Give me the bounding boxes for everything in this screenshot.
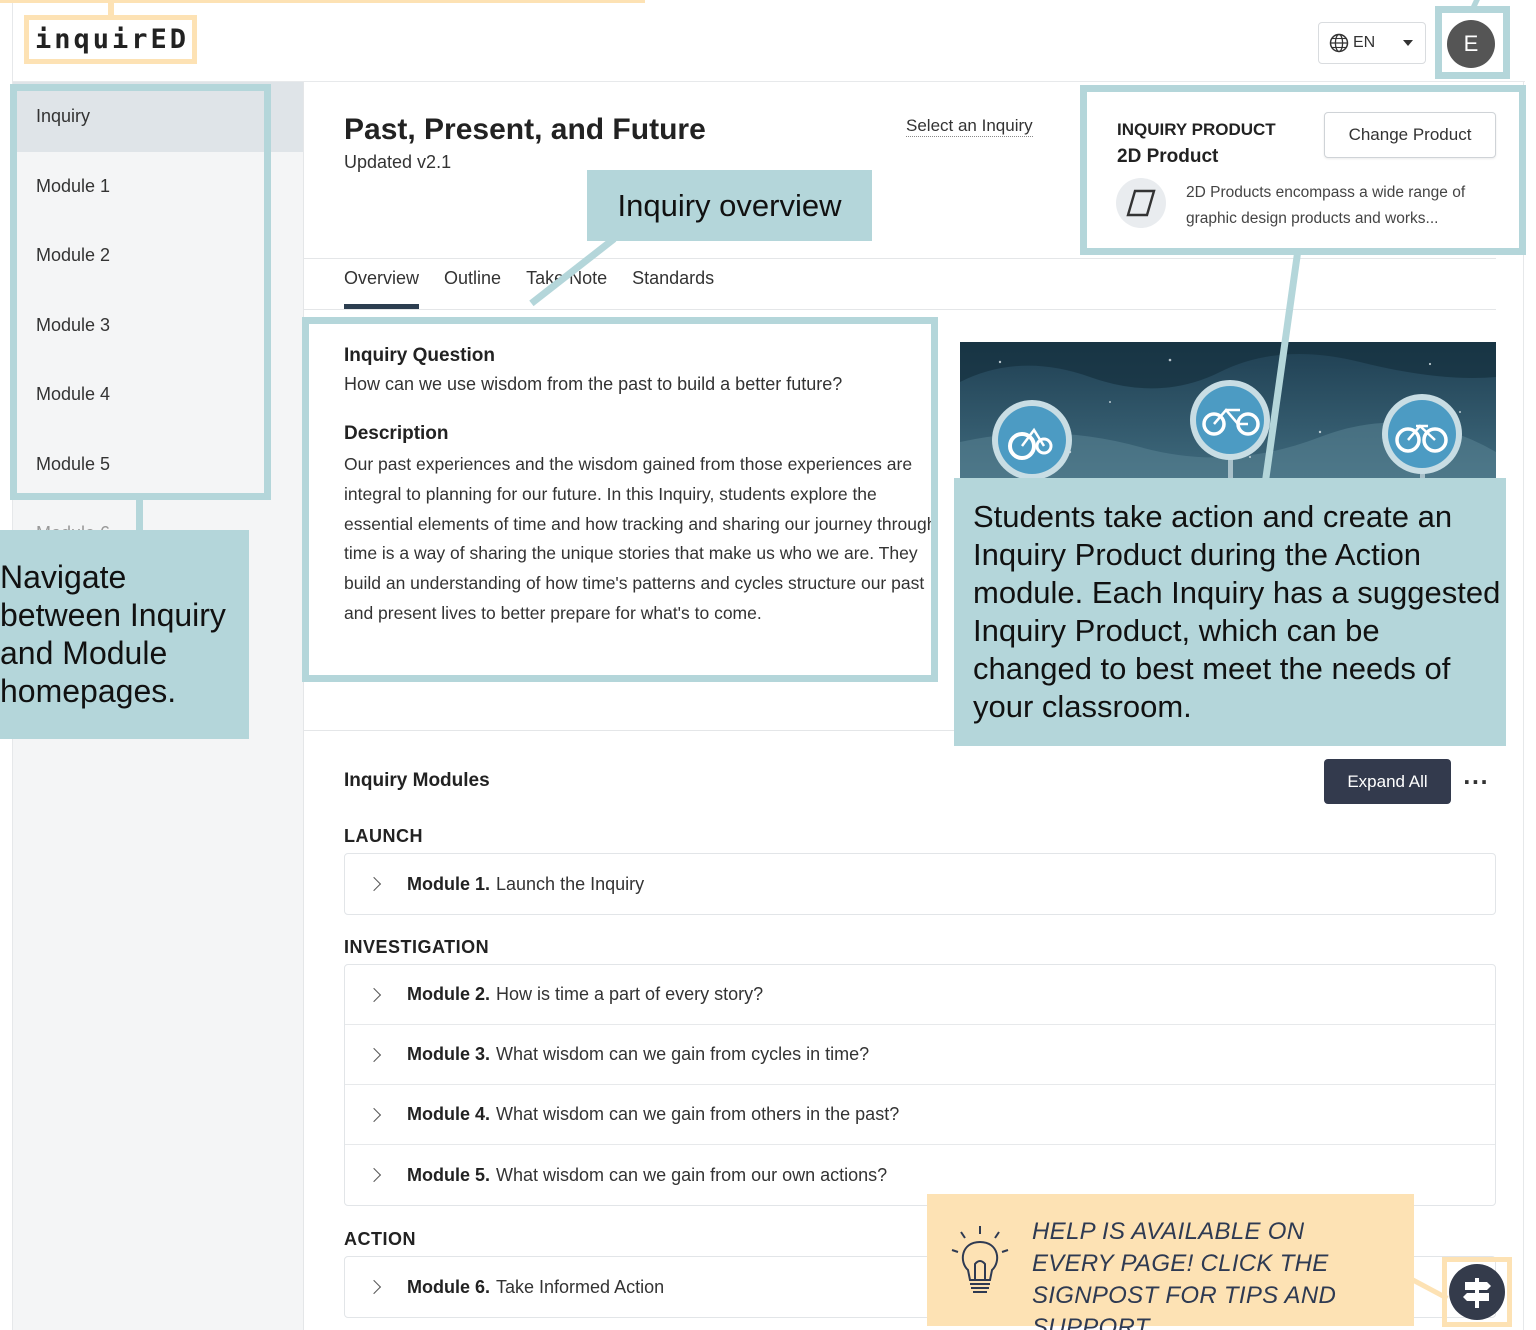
tab-outline[interactable]: Outline (444, 268, 501, 305)
chevron-right-icon (366, 987, 382, 1002)
module-number: Module 4. (407, 1104, 491, 1124)
module-title: How is time a part of every story? (496, 984, 764, 1004)
help-text: Help is available on every page! Click t… (1032, 1218, 1337, 1330)
phase-action: ACTION (344, 1229, 416, 1249)
inquiry-hero-image (960, 342, 1496, 478)
chevron-right-icon (366, 1167, 382, 1183)
globe-icon (1329, 33, 1349, 53)
signpost-icon[interactable] (1449, 1264, 1505, 1320)
module-number: Module 1. (407, 873, 491, 894)
module-title: What wisdom can we gain from cycles in t… (496, 1044, 870, 1064)
page-title: Past, Present, and Future (344, 113, 706, 146)
lightbulb-icon (951, 1226, 1009, 1293)
logo-annotation-line (0, 0, 645, 3)
sidebar-annotation-connector (136, 498, 143, 532)
module-row-3[interactable]: Module 3. What wisdom can we gain from c… (345, 1025, 1495, 1085)
chevron-down-icon (1403, 40, 1413, 46)
select-inquiry-link[interactable]: Select an Inquiry (906, 116, 1033, 137)
chevron-right-icon (366, 876, 382, 892)
module-number: Module 6. (407, 1276, 491, 1297)
logo-annotation-box (24, 15, 197, 64)
module-row-1[interactable]: Module 1. Launch the Inquiry (345, 854, 1495, 914)
phase-investigation: INVESTIGATION (344, 937, 490, 957)
sidebar-annotation-box (10, 84, 271, 500)
product-annotation-box (1080, 85, 1526, 255)
module-number: Module 5. (407, 1164, 491, 1185)
chevron-right-icon (366, 1047, 382, 1062)
module-row-2[interactable]: Module 2. How is time a part of every st… (345, 965, 1495, 1025)
overview-callout: Inquiry overview (587, 170, 872, 241)
modules-title: Inquiry Modules (344, 770, 490, 791)
phase-launch: LAUNCH (344, 826, 423, 846)
investigation-module-list: Module 2. How is time a part of every st… (344, 964, 1496, 1206)
module-number: Module 2. (407, 984, 491, 1004)
overview-annotation-box (302, 317, 938, 682)
module-row-4[interactable]: Module 4. What wisdom can we gain from o… (345, 1085, 1495, 1145)
module-number: Module 3. (407, 1044, 491, 1064)
module-title: Take Informed Action (496, 1276, 665, 1297)
tab-standards[interactable]: Standards (632, 268, 714, 305)
avatar-annotation-box (1435, 6, 1510, 79)
module-title: What wisdom can we gain from our own act… (496, 1164, 888, 1185)
nav-callout: Navigate between Inquiry and Module home… (0, 530, 249, 739)
chevron-right-icon (366, 1279, 382, 1295)
divider (304, 258, 1496, 259)
tab-overview[interactable]: Overview (344, 268, 420, 310)
expand-all-button[interactable]: Expand All (1324, 759, 1451, 804)
help-callout: Help is available on every page! Click t… (927, 1194, 1414, 1330)
language-label: EN (1353, 34, 1376, 51)
launch-module-list: Module 1. Launch the Inquiry (344, 853, 1496, 915)
page-subtitle: Updated v2.1 (344, 152, 452, 172)
top-bar: inquirED EN E (13, 0, 1525, 82)
tab-divider (304, 309, 1496, 310)
product-callout: Students take action and create an Inqui… (954, 478, 1506, 746)
chevron-right-icon (366, 1107, 382, 1122)
module-title: What wisdom can we gain from others in t… (496, 1104, 900, 1124)
more-icon[interactable]: ... (1463, 765, 1489, 789)
module-title: Launch the Inquiry (496, 873, 645, 894)
logo-annotation-connector (108, 0, 114, 16)
language-selector[interactable]: EN (1318, 22, 1426, 64)
